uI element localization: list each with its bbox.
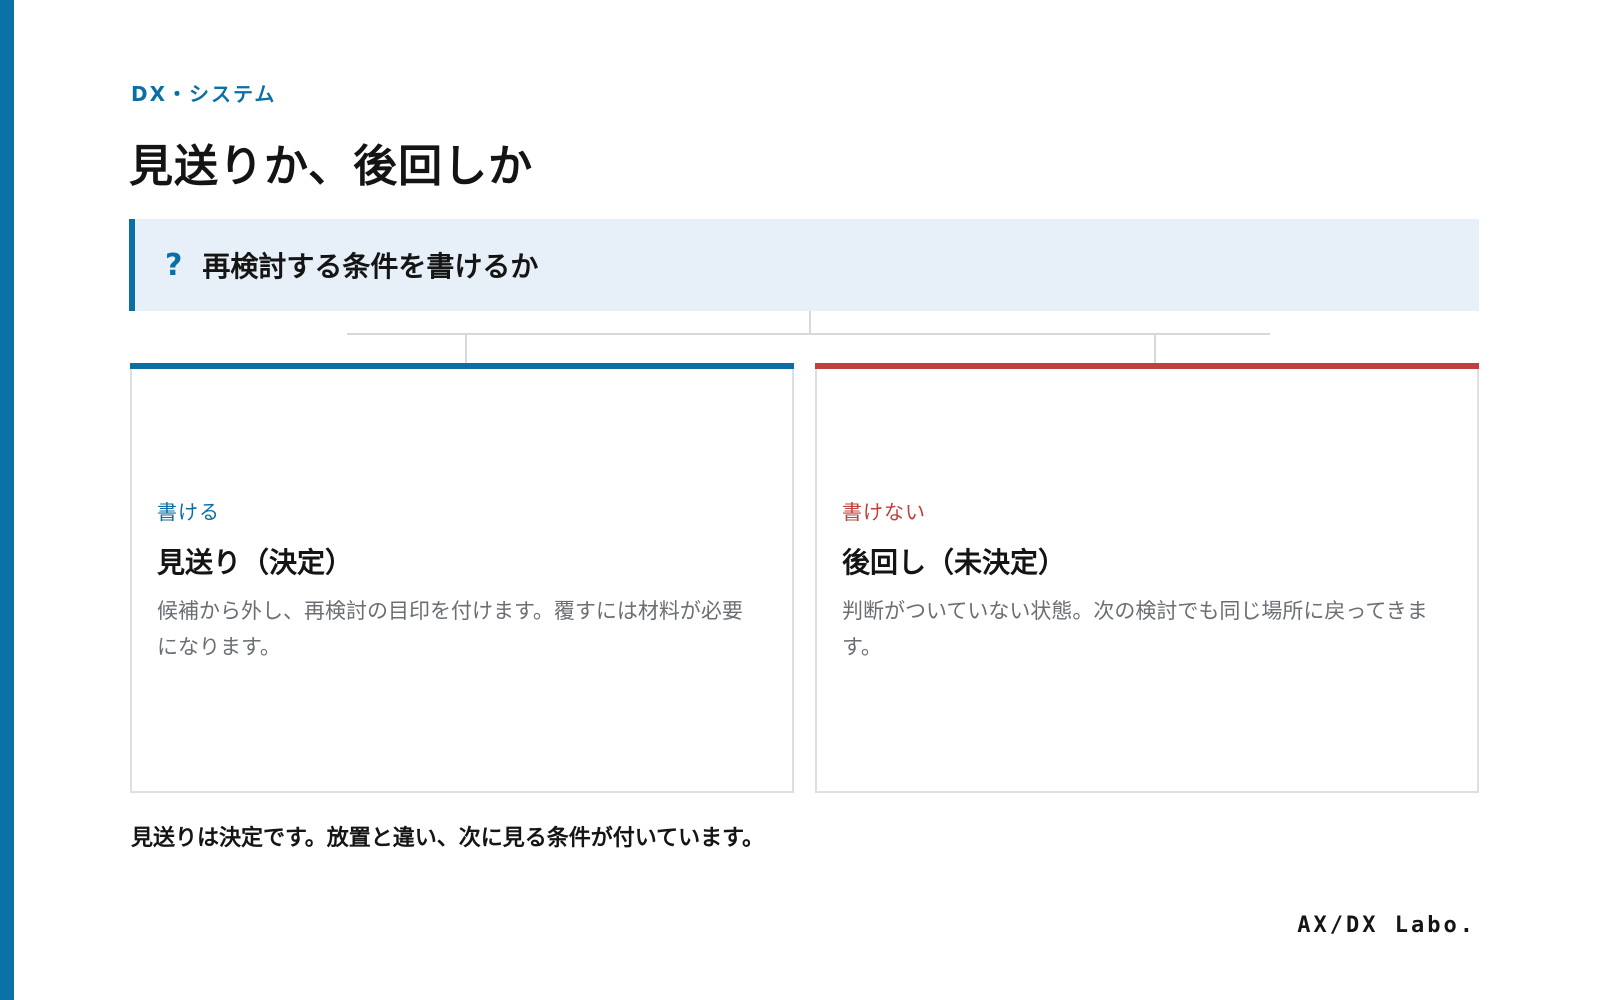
branch-card-can-write: 書ける 見送り（決定） 候補から外し、再検討の目印を付けます。覆すには材料が必要… bbox=[130, 363, 794, 793]
card-description: 判断がついていない状態。次の検討でも同じ場所に戻ってきます。 bbox=[842, 599, 1428, 659]
page-title: 見送りか、後回しか bbox=[129, 141, 534, 192]
question-box: ? 再検討する条件を書けるか bbox=[129, 219, 1479, 311]
card-description: 候補から外し、再検討の目印を付けます。覆すには材料が必要になります。 bbox=[157, 599, 743, 659]
question-text: 再検討する条件を書けるか bbox=[202, 250, 539, 283]
branch-card-cannot-write: 書けない 後回し（未決定） 判断がついていない状態。次の検討でも同じ場所に戻って… bbox=[815, 363, 1479, 793]
card-tag: 書けない bbox=[842, 500, 926, 524]
conclusion-text: 見送りは決定です。放置と違い、次に見る条件が付いています。 bbox=[131, 826, 764, 851]
card-heading: 見送り（決定） bbox=[157, 546, 354, 579]
card-tag: 書ける bbox=[157, 500, 220, 524]
question-mark-icon: ? bbox=[165, 247, 183, 283]
left-accent-bar bbox=[0, 0, 14, 1000]
card-top-rule-red bbox=[815, 363, 1479, 369]
card-top-rule-blue bbox=[130, 363, 794, 369]
brand-logo-text: AX/DX Labo. bbox=[1297, 913, 1476, 938]
card-heading: 後回し（未決定） bbox=[842, 546, 1067, 579]
category-label: DX・システム bbox=[131, 82, 277, 106]
